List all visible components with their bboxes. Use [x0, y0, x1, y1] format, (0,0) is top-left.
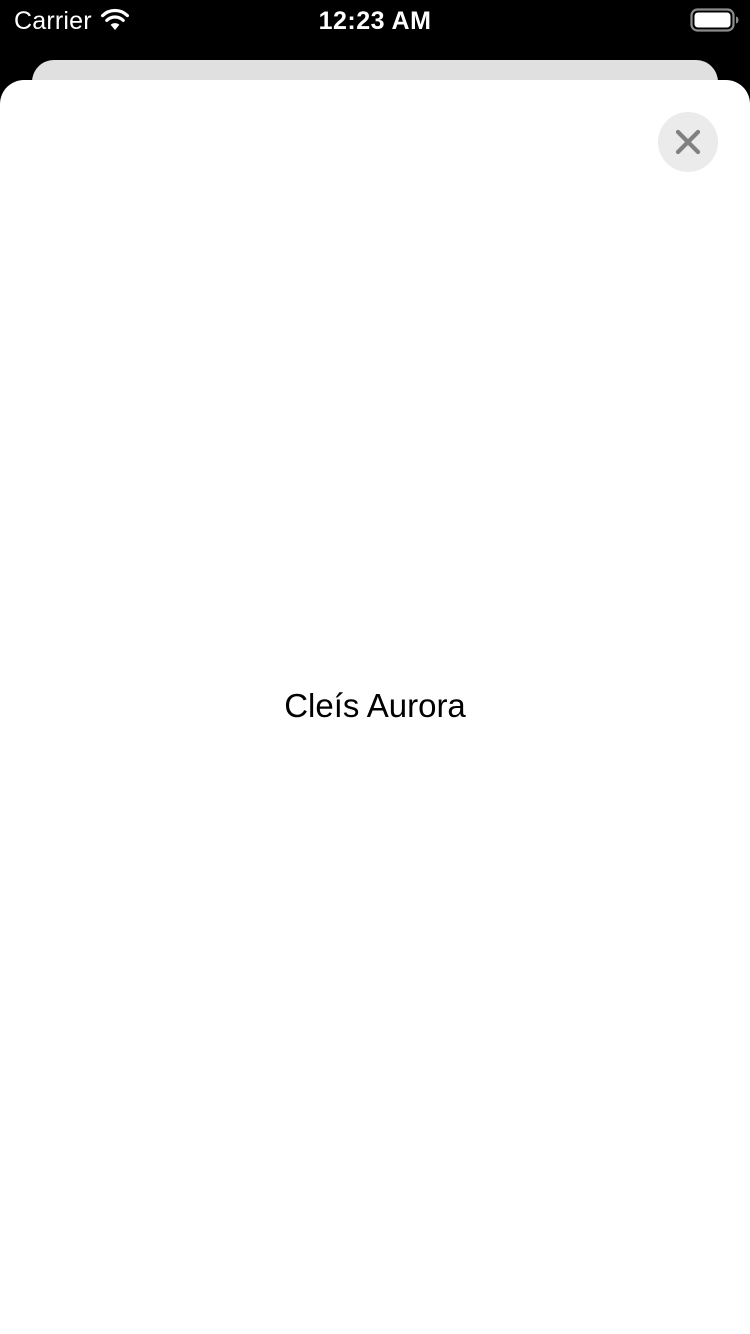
status-bar: Carrier 12:23 AM — [0, 0, 750, 40]
modal-sheet: Cleís Aurora — [0, 80, 750, 1334]
battery-full-icon — [690, 8, 739, 32]
status-time: 12:23 AM — [318, 7, 432, 35]
screen: Carrier 12:23 AM Cleís Aurora — [0, 0, 750, 1334]
sheet-title: Cleís Aurora — [284, 687, 466, 724]
close-button[interactable] — [658, 112, 718, 172]
close-icon — [675, 129, 701, 155]
